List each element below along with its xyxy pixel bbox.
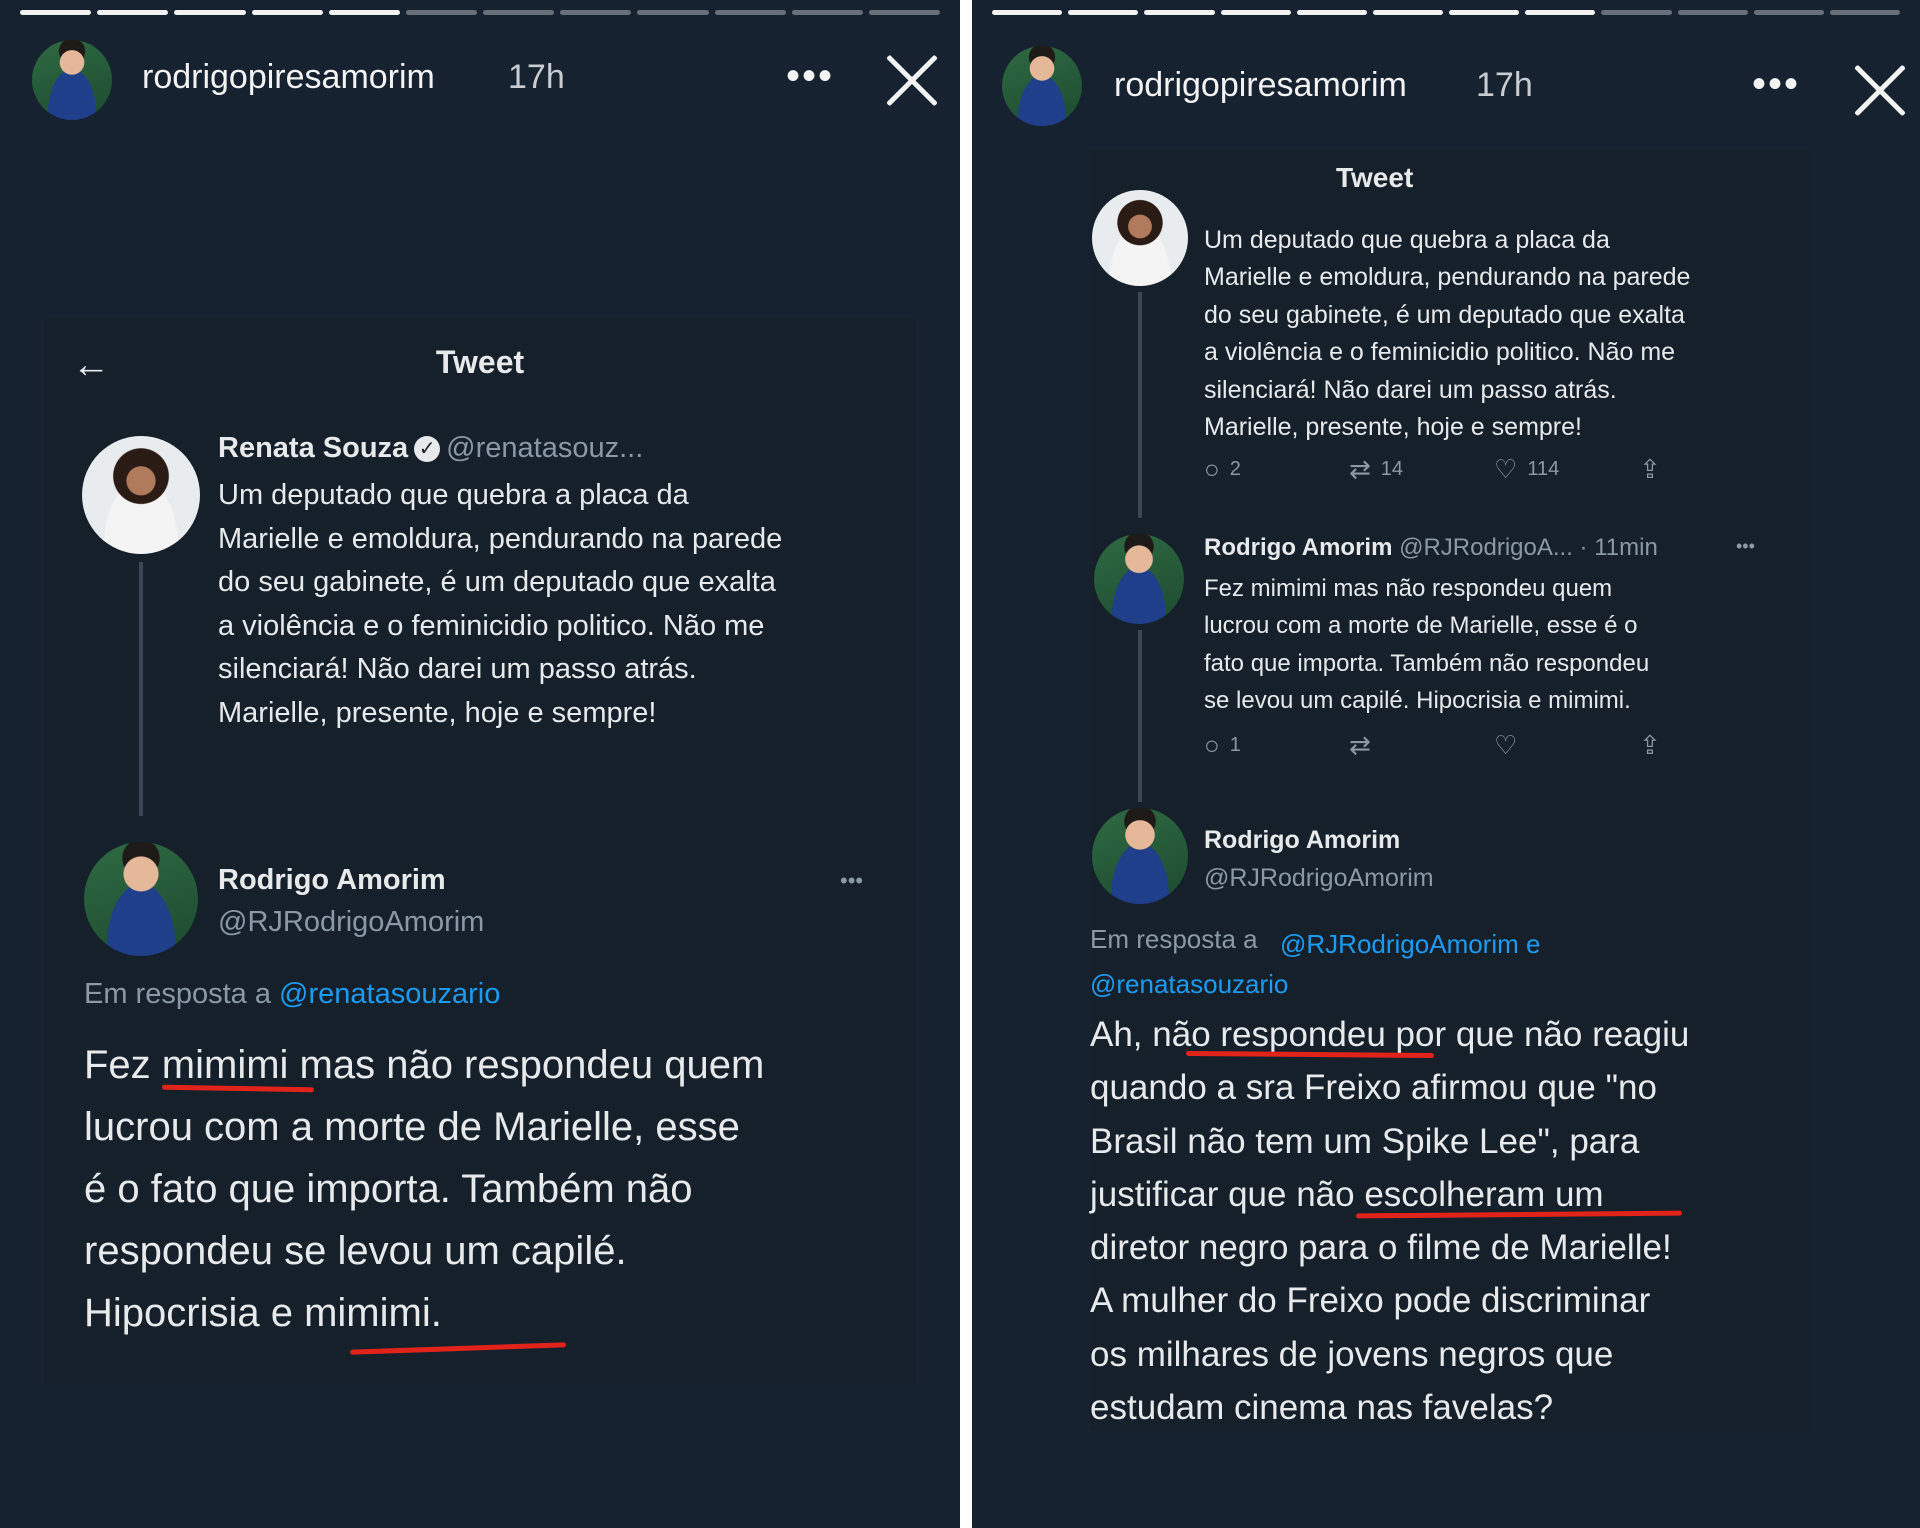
tweet2-actions: ○ 1 ⇄ ♡ ⇪ [1204, 732, 1784, 758]
tweet1-avatar[interactable] [1092, 190, 1188, 286]
progress-segment [1144, 10, 1215, 15]
story-panel-right: rodrigopiresamorim 17h ••• Tweet Um depu… [972, 0, 1920, 1528]
story-avatar[interactable] [1002, 46, 1082, 126]
like-action[interactable]: ♡ [1494, 732, 1639, 758]
progress-segment [1220, 10, 1291, 15]
tweet-screenshot-card: ← Tweet Renata Souza ✓ @renatasouz... Um d… [44, 318, 916, 1384]
parent-tweet-text: Um deputado que quebra a placa da Mariel… [218, 479, 783, 729]
story-progress-bar [20, 10, 941, 15]
progress-segment [405, 10, 478, 15]
story-header: rodrigopiresamorim 17h ••• [972, 36, 1920, 126]
progress-segment [868, 10, 941, 15]
retweet-icon: ⇄ [1349, 730, 1371, 760]
tweet-screenshot-card: Tweet Um deputado que quebra a placa da … [1090, 150, 1810, 1430]
thread-line [139, 562, 143, 816]
progress-segment [97, 10, 169, 15]
progress-segment [1677, 10, 1748, 15]
replying-to-link[interactable]: @renatasouzario [279, 978, 500, 1010]
reply-text: Fez mimimi mas não respondeu quem lucrou… [84, 1043, 765, 1335]
progress-segment [20, 10, 92, 15]
progress-segment [1068, 10, 1139, 15]
retweet-action[interactable]: ⇄ 14 [1349, 456, 1494, 482]
tweet-time: · 11min [1579, 534, 1658, 561]
author-name[interactable]: Rodrigo Amorim [1204, 534, 1392, 561]
tweet1-text: Um deputado que quebra a placa da Mariel… [1204, 226, 1691, 442]
heart-icon: ♡ [1494, 454, 1518, 484]
progress-segment [714, 10, 786, 15]
progress-segment [328, 10, 400, 15]
story-time: 17h [1476, 66, 1533, 104]
retweet-count: 14 [1380, 457, 1404, 480]
reply-avatar[interactable] [84, 842, 198, 956]
retweet-action[interactable]: ⇄ [1349, 732, 1494, 758]
tweet3-avatar[interactable] [1092, 808, 1188, 904]
author-handle[interactable]: @RJRodrigoA... [1399, 534, 1573, 561]
author-name[interactable]: Renata Souza [218, 432, 408, 464]
progress-segment [1525, 10, 1596, 15]
reply-count: 2 [1229, 457, 1241, 480]
like-count: 114 [1527, 457, 1560, 480]
parent-tweet-author: Renata Souza ✓ @renatasouz... [218, 432, 643, 465]
progress-segment [1296, 10, 1367, 15]
story-progress-bar [992, 10, 1901, 15]
progress-segment [1829, 10, 1901, 15]
progress-segment [791, 10, 863, 15]
thread-line [1138, 292, 1142, 518]
tweet-page-title: Tweet [1336, 162, 1414, 193]
tweet2-more-icon[interactable]: ••• [1736, 536, 1755, 557]
progress-segment [251, 10, 323, 15]
share-icon: ⇪ [1639, 730, 1661, 760]
progress-segment [992, 10, 1063, 15]
progress-segment [1449, 10, 1520, 15]
reply-action[interactable]: ○ 2 [1204, 456, 1349, 482]
story-panel-left: rodrigopiresamorim 17h ••• ← Tweet Renat… [0, 0, 960, 1528]
progress-segment [637, 10, 709, 15]
progress-segment [483, 10, 555, 15]
heart-icon: ♡ [1494, 730, 1518, 760]
progress-segment [174, 10, 246, 15]
tweet2-avatar[interactable] [1094, 534, 1184, 624]
parent-tweet-avatar[interactable] [82, 436, 200, 554]
story-username[interactable]: rodrigopiresamorim [1114, 66, 1407, 105]
tweet3-author-handle[interactable]: @RJRodrigoAmorim [1204, 864, 1434, 893]
story-time: 17h [508, 58, 565, 96]
retweet-icon: ⇄ [1349, 454, 1371, 484]
reply-more-icon[interactable]: ••• [840, 868, 863, 894]
progress-segment [1372, 10, 1444, 15]
close-icon[interactable] [884, 52, 940, 108]
like-action[interactable]: ♡ 114 [1494, 456, 1639, 482]
more-options-icon[interactable]: ••• [1752, 64, 1800, 104]
replying-to-link[interactable]: @RJRodrigoAmorim e @renatasouzario [1090, 924, 1540, 1004]
reply-author-handle[interactable]: @RJRodrigoAmorim [218, 906, 484, 939]
thread-line [1138, 630, 1142, 802]
progress-segment [560, 10, 632, 15]
reply-icon: ○ [1204, 730, 1220, 760]
reply-icon: ○ [1204, 454, 1220, 484]
reply-author-name[interactable]: Rodrigo Amorim [218, 864, 446, 897]
progress-segment [1601, 10, 1672, 15]
reply-count: 1 [1229, 733, 1241, 756]
progress-segment [1753, 10, 1824, 15]
tweet1-actions: ○ 2 ⇄ 14 ♡ 114 ⇪ [1204, 456, 1784, 482]
replying-to-line: Em resposta a @renatasouzario [84, 978, 500, 1011]
tweet3-text: Ah, não respondeu por que não reagiu qua… [1090, 1015, 1690, 1428]
author-handle[interactable]: @renatasouz... [446, 432, 643, 464]
story-header: rodrigopiresamorim 17h ••• [0, 36, 960, 120]
story-username[interactable]: rodrigopiresamorim [142, 58, 435, 97]
share-action[interactable]: ⇪ [1639, 732, 1784, 758]
tweet-page-title: Tweet [435, 344, 525, 380]
more-options-icon[interactable]: ••• [786, 56, 834, 96]
story-avatar[interactable] [32, 40, 112, 120]
close-icon[interactable] [1852, 62, 1908, 118]
replying-prefix: Em resposta a [84, 978, 271, 1010]
tweet2-author: Rodrigo Amorim @RJRodrigoA... · 11min [1204, 534, 1658, 562]
verified-badge-icon: ✓ [414, 436, 441, 463]
tweet3-author-name[interactable]: Rodrigo Amorim [1204, 826, 1400, 855]
tweet2-text: Fez mimimi mas não respondeu quem lucrou… [1204, 575, 1650, 715]
share-icon: ⇪ [1639, 454, 1661, 484]
share-action[interactable]: ⇪ [1639, 456, 1784, 482]
reply-action[interactable]: ○ 1 [1204, 732, 1349, 758]
